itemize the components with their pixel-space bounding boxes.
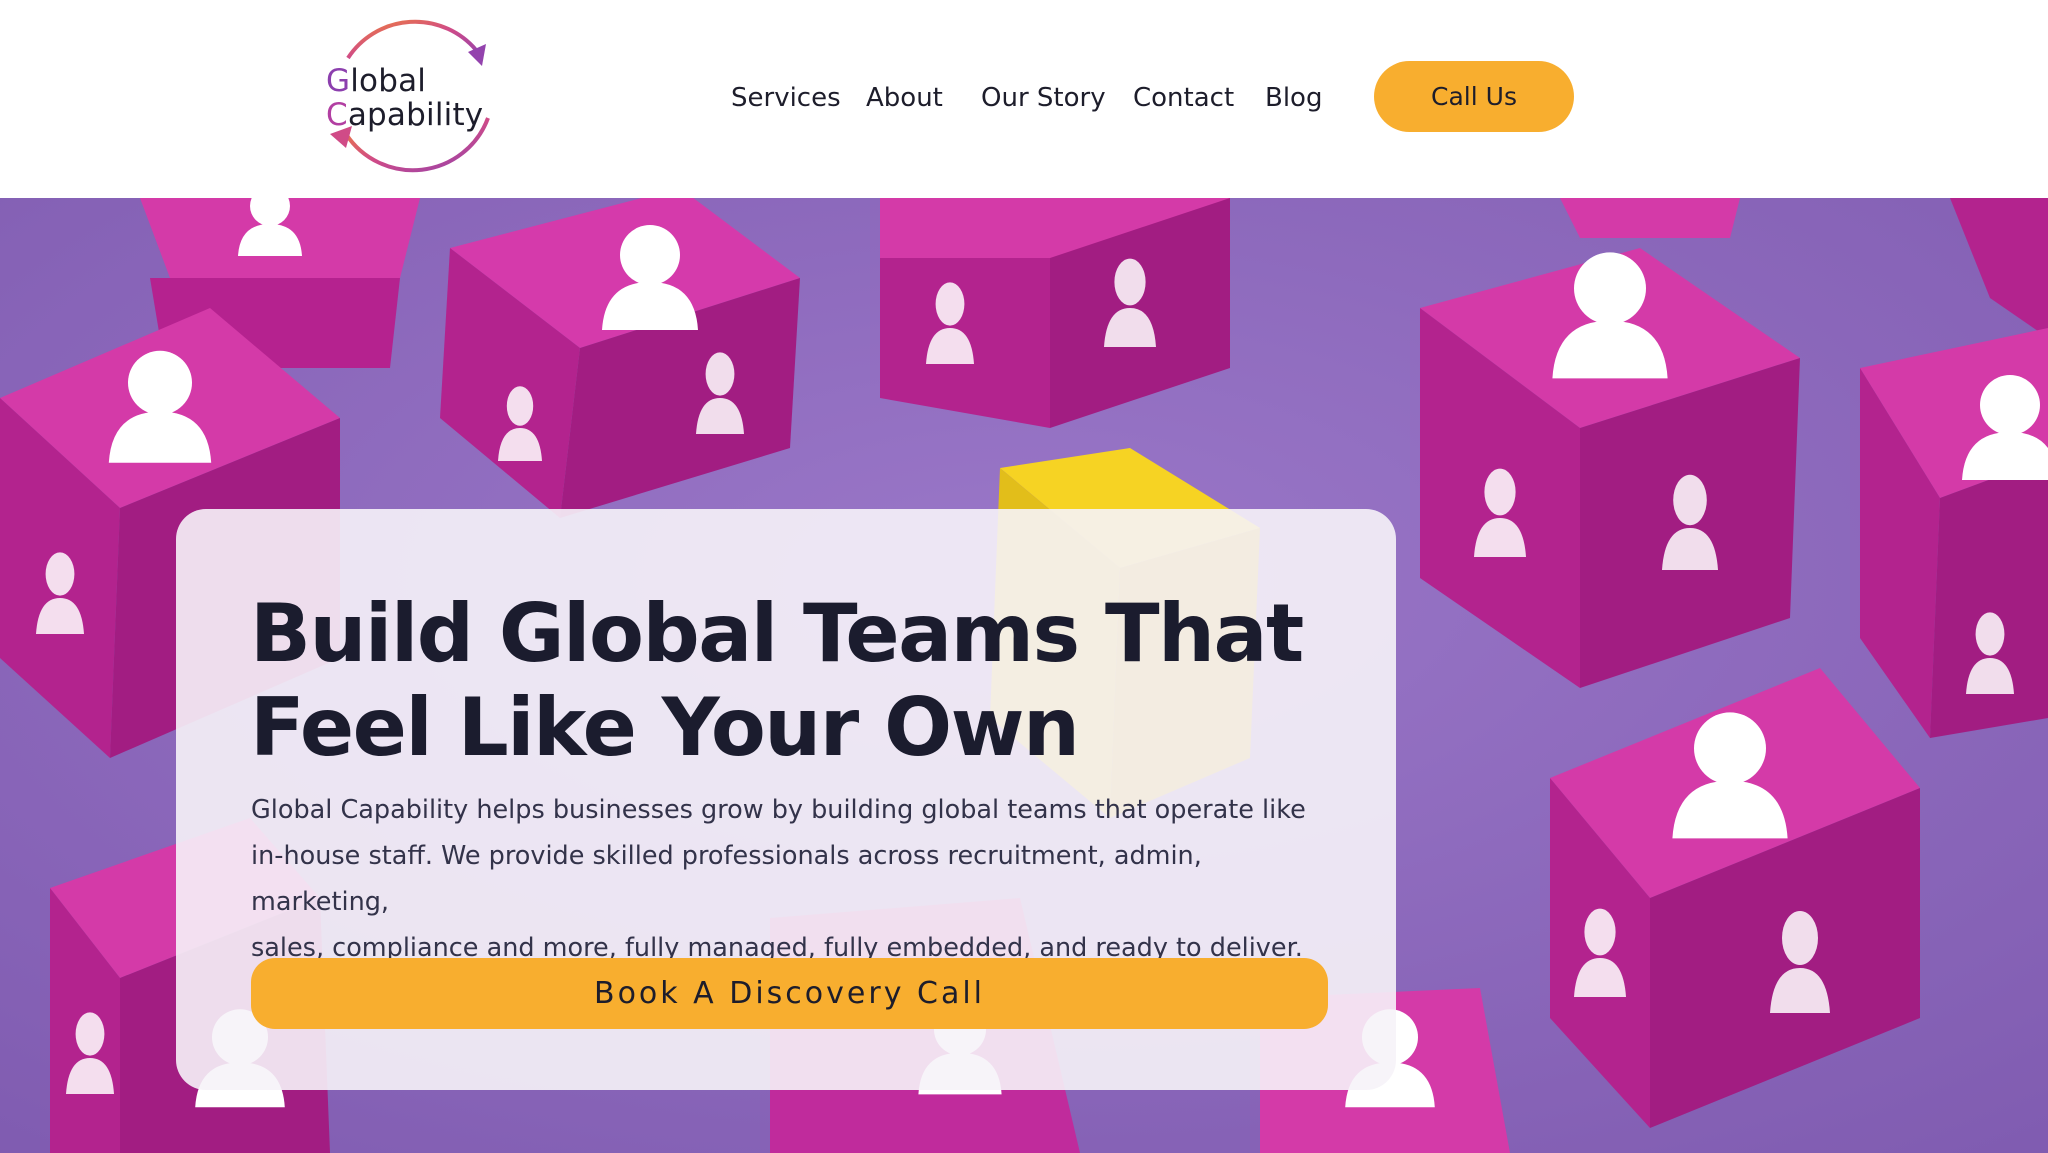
nav-blog[interactable]: Blog: [1265, 78, 1322, 118]
nav-our-story[interactable]: Our Story: [981, 78, 1106, 118]
logo-initial-c: C: [326, 97, 348, 133]
page: Global Capability Services About Our Sto…: [0, 0, 2048, 1153]
logo-text-global: Global: [326, 66, 426, 97]
call-us-button[interactable]: Call Us: [1374, 61, 1574, 132]
logo[interactable]: Global Capability: [318, 8, 498, 188]
site-header: Global Capability Services About Our Sto…: [0, 0, 2048, 198]
hero-headline: Build Global Teams That Feel Like Your O…: [250, 587, 1350, 775]
hero-description: Global Capability helps businesses grow …: [251, 787, 1341, 971]
nav-about[interactable]: About: [866, 78, 943, 118]
logo-text-rest: apability: [347, 97, 484, 133]
headline-line: Build Global Teams That: [250, 587, 1304, 680]
hero-card: Build Global Teams That Feel Like Your O…: [176, 509, 1396, 1090]
hero-section: Build Global Teams That Feel Like Your O…: [0, 198, 2048, 1153]
logo-text-rest: lobal: [350, 63, 427, 99]
nav-contact[interactable]: Contact: [1133, 78, 1234, 118]
description-line: in-house staff. We provide skilled profe…: [251, 841, 1202, 917]
headline-line: Feel Like Your Own: [250, 681, 1080, 774]
logo-initial-g: G: [326, 63, 351, 99]
nav-services[interactable]: Services: [731, 78, 841, 118]
description-line: Global Capability helps businesses grow …: [251, 795, 1306, 825]
logo-text-capability: Capability: [326, 100, 483, 131]
book-discovery-call-button[interactable]: Book A Discovery Call: [251, 958, 1328, 1029]
